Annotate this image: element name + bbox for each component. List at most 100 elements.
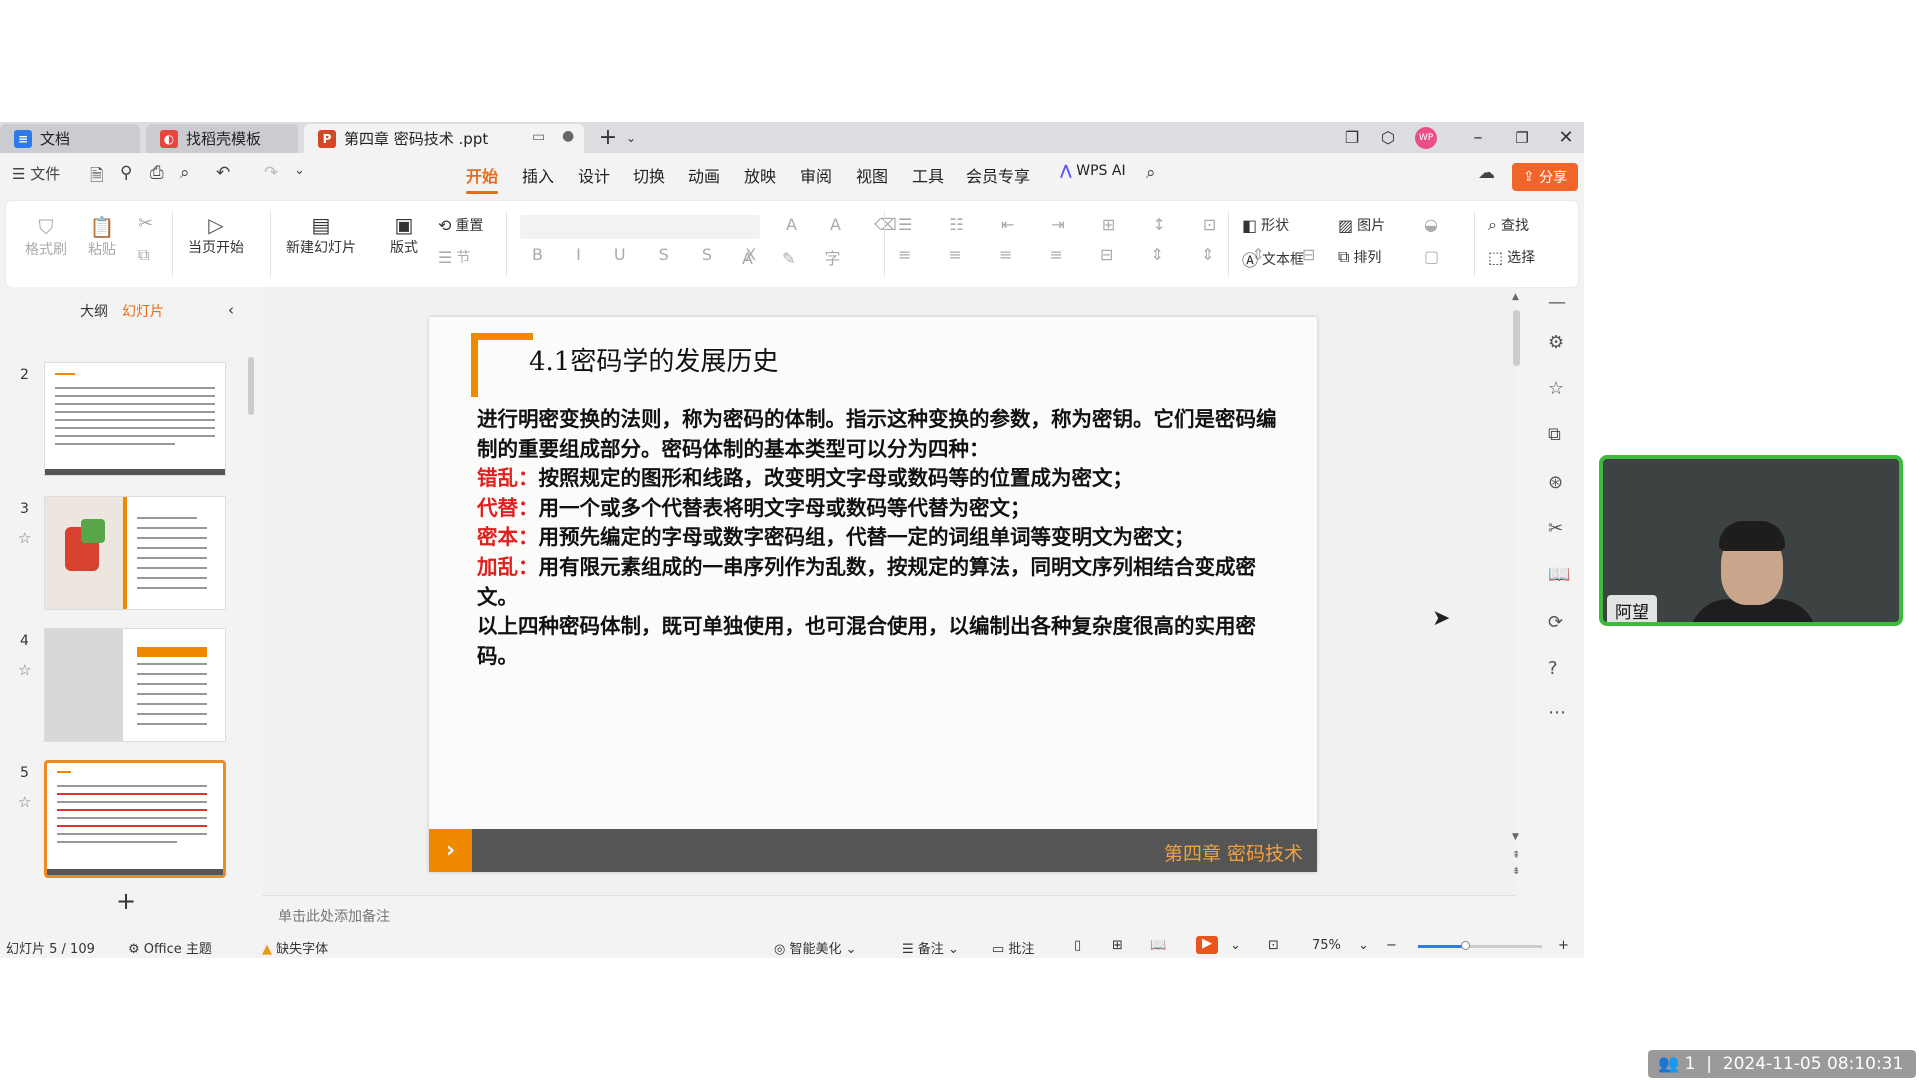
new-tab-icon[interactable]: + xyxy=(596,122,620,153)
tab-transitions[interactable]: 切换 xyxy=(633,163,665,187)
avatar[interactable]: WP xyxy=(1414,122,1438,153)
tab-slides[interactable]: 幻灯片 xyxy=(122,301,164,321)
tab-animations[interactable]: 动画 xyxy=(688,163,720,187)
wps-ai-button[interactable]: ⋀ WPS AI xyxy=(1060,163,1126,179)
zoom-slider[interactable] xyxy=(1418,941,1542,950)
font-style-buttons[interactable]: B I U S S X xyxy=(532,245,770,264)
minimize-icon[interactable]: – xyxy=(1464,122,1492,153)
adjust-icon[interactable]: ⚙ xyxy=(1548,332,1564,353)
zoom-level[interactable]: 75% xyxy=(1312,938,1341,953)
font-color-buttons[interactable]: A ✎ 字 xyxy=(742,245,853,269)
paragraph-buttons[interactable]: ☰ ☷ ⇤ ⇥ ⊞ ↕ ⊡ xyxy=(898,215,1232,234)
star-icon[interactable]: ☆ xyxy=(1548,378,1564,399)
redo-icon[interactable]: ↷ xyxy=(264,163,278,183)
paste-button[interactable]: 📋 粘贴 xyxy=(84,215,120,259)
textbox-button[interactable]: Ⓐ 文本框 xyxy=(1242,247,1304,271)
quick-access-chevron-icon[interactable]: ⌄ xyxy=(294,163,305,178)
share-button[interactable]: ⇪ 分享 xyxy=(1512,163,1578,191)
tab-design[interactable]: 设计 xyxy=(578,163,610,187)
zoom-out-icon[interactable]: − xyxy=(1386,938,1397,953)
picture-button[interactable]: ▨ 图片 xyxy=(1338,215,1385,235)
grid-view-icon[interactable]: ⊞ xyxy=(1112,938,1123,953)
tab-insert[interactable]: 插入 xyxy=(522,163,554,187)
play-options-chevron-icon[interactable]: ⌄ xyxy=(1230,938,1241,953)
notes-toggle[interactable]: ☰ 备注 ⌄ xyxy=(902,938,959,957)
reading-view-icon[interactable]: 📖 xyxy=(1150,938,1166,953)
outline-icon[interactable]: ▢ xyxy=(1424,247,1439,266)
search-icon[interactable]: ⌕ xyxy=(1146,163,1156,183)
smart-beautify-button[interactable]: ◎ 智能美化 ⌄ xyxy=(774,938,857,957)
save-icon[interactable]: 🗎 xyxy=(90,163,104,192)
slide-title[interactable]: 4.1密码学的发展历史 xyxy=(529,341,778,378)
ai-chart-icon[interactable]: ⊛ xyxy=(1548,472,1563,493)
slide-thumbnail-5[interactable] xyxy=(44,760,226,878)
tab-slideshow[interactable]: 放映 xyxy=(744,163,776,187)
font-size-buttons[interactable]: A A ⌫ xyxy=(786,215,911,234)
theme-button[interactable]: ⚙ Office 主题 xyxy=(128,938,212,957)
add-slide-icon[interactable]: + xyxy=(116,887,136,915)
canvas-scrollbar[interactable]: ▲ ▼ ⇞ ⇟ xyxy=(1510,292,1522,892)
tab-review[interactable]: 审阅 xyxy=(800,163,832,187)
comments-toggle[interactable]: ▭ 批注 xyxy=(992,938,1034,957)
tab-view[interactable]: 视图 xyxy=(856,163,888,187)
slide-thumbnail-4[interactable] xyxy=(44,628,226,742)
chevron-down-icon[interactable]: ⌄ xyxy=(622,122,640,153)
play-from-current-button[interactable]: ▷ 当页开始 xyxy=(188,213,244,257)
layout-button[interactable]: ▣ 版式 xyxy=(390,213,418,257)
section-button[interactable]: ☰ 节 xyxy=(438,247,470,267)
format-painter-button[interactable]: ⛉ 格式刷 xyxy=(24,215,68,259)
cloud-upload-icon[interactable]: ☁ xyxy=(1478,163,1495,183)
copy-icon[interactable]: ⧉ xyxy=(138,245,149,265)
arrange-button[interactable]: ⧉ 排列 xyxy=(1338,247,1381,267)
print-icon[interactable]: ⎙ xyxy=(150,163,164,183)
file-menu[interactable]: ☰ 文件 xyxy=(12,163,60,184)
select-button[interactable]: ⬚ 选择 xyxy=(1488,247,1535,267)
reset-button[interactable]: ⟲ 重置 xyxy=(438,215,483,235)
window-restore-icon[interactable]: ❐ xyxy=(1340,122,1364,153)
tab-member[interactable]: 会员专享 xyxy=(966,163,1030,187)
play-slideshow-icon[interactable]: ▶ xyxy=(1196,936,1218,954)
print-preview-icon[interactable]: ⌕ xyxy=(180,163,190,183)
fit-window-icon[interactable]: ⊡ xyxy=(1268,938,1279,953)
cut-icon[interactable]: ✂ xyxy=(138,213,153,234)
normal-view-icon[interactable]: ▯ xyxy=(1074,938,1081,953)
undo-icon[interactable]: ↶ xyxy=(216,163,230,183)
video-participant-tile[interactable]: 阿望 xyxy=(1599,455,1903,626)
slide-5[interactable]: 4.1密码学的发展历史 进行明密变换的法则，称为密码的体制。指示这种变换的参数，… xyxy=(429,317,1317,872)
key-icon[interactable]: ⚲ xyxy=(120,163,132,183)
new-slide-button[interactable]: ▤ 新建幻灯片 xyxy=(286,213,356,257)
help-icon[interactable]: ? xyxy=(1548,658,1558,679)
monitor-icon[interactable]: ▭ xyxy=(532,129,545,145)
font-name-select[interactable] xyxy=(520,215,760,239)
star-icon[interactable]: ☆ xyxy=(18,793,31,811)
slide-thumbnail-3[interactable] xyxy=(44,496,226,610)
missing-font-button[interactable]: ▲ 缺失字体 xyxy=(262,938,328,957)
slide-body-text[interactable]: 进行明密变换的法则，称为密码的体制。指示这种变换的参数，称为密钥。它们是密码编制… xyxy=(477,405,1277,671)
close-icon[interactable]: ✕ xyxy=(1552,122,1580,153)
star-icon[interactable]: ☆ xyxy=(18,661,31,679)
shape-button[interactable]: ◧ 形状 xyxy=(1242,215,1289,235)
book-icon[interactable]: 📖 xyxy=(1548,564,1570,585)
tab-tools[interactable]: 工具 xyxy=(912,163,944,187)
notes-pane[interactable]: 单击此处添加备注 xyxy=(262,895,1516,927)
maximize-icon[interactable]: ❐ xyxy=(1508,122,1536,153)
zoom-chevron-icon[interactable]: ⌄ xyxy=(1358,938,1369,953)
collapse-panel-icon[interactable]: ‹ xyxy=(228,301,234,319)
tab-ppt-file[interactable]: P 第四章 密码技术 .ppt ▭ ● xyxy=(304,124,584,153)
cube-icon[interactable]: ⬡ xyxy=(1376,122,1400,153)
tab-outline[interactable]: 大纲 xyxy=(80,301,108,321)
zoom-in-icon[interactable]: + xyxy=(1558,938,1569,953)
slide-thumbnail-2[interactable] xyxy=(44,362,226,476)
tab-home[interactable]: 开始 xyxy=(466,163,499,194)
image-edit-icon[interactable]: ⟳ xyxy=(1548,612,1563,633)
tools-icon[interactable]: ✂ xyxy=(1548,518,1563,539)
fill-icon[interactable]: ◒ xyxy=(1424,215,1438,234)
zoom-slider-knob[interactable] xyxy=(1460,941,1470,950)
tab-docs[interactable]: ≡ 文档 xyxy=(0,124,140,153)
panel-scrollbar[interactable] xyxy=(248,357,254,415)
star-icon[interactable]: ☆ xyxy=(18,529,31,547)
more-icon[interactable]: ⋯ xyxy=(1548,702,1566,723)
find-button[interactable]: ⌕ 查找 xyxy=(1488,215,1529,235)
copy-layout-icon[interactable]: ⧉ xyxy=(1548,424,1561,445)
tab-docer[interactable]: ◐ 找稻壳模板 xyxy=(146,124,298,153)
